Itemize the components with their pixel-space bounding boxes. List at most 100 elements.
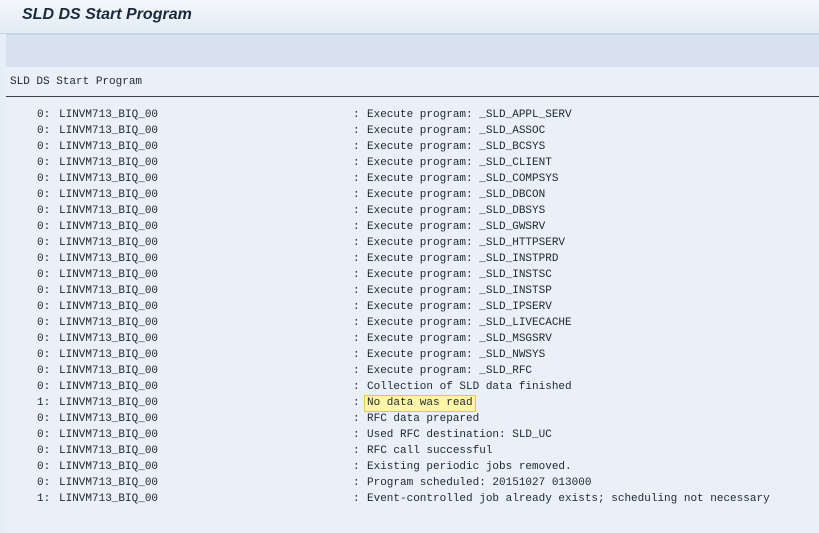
log-row: 0: LINVM713_BIQ_00: RFC data prepared	[6, 412, 819, 428]
log-message: Execute program: _SLD_APPL_SERV	[367, 109, 572, 121]
log-system: LINVM713_BIQ_00	[59, 429, 159, 441]
log-level: 0:	[37, 189, 51, 201]
log-separator: :	[353, 493, 360, 505]
log-row: 0: LINVM713_BIQ_00: Execute program: _SLD_…	[6, 316, 819, 332]
log-separator: :	[353, 173, 360, 185]
log-row: 0: LINVM713_BIQ_00: Execute program: _SLD_…	[6, 268, 819, 284]
log-row: 0: LINVM713_BIQ_00: Collection of SLD data…	[6, 380, 819, 396]
log-system: LINVM713_BIQ_00	[59, 109, 159, 121]
log-separator: :	[353, 125, 360, 137]
log-message: Execute program: _SLD_IPSERV	[367, 301, 552, 313]
log-system: LINVM713_BIQ_00	[59, 445, 159, 457]
log-system: LINVM713_BIQ_00	[59, 125, 159, 137]
log-row: 0: LINVM713_BIQ_00: Execute program: _SLD_…	[6, 364, 819, 380]
log-system: LINVM713_BIQ_00	[59, 381, 159, 393]
log-level: 0:	[37, 205, 51, 217]
log-row: 1: LINVM713_BIQ_00: No data was read	[6, 395, 819, 412]
log-system: LINVM713_BIQ_00	[59, 189, 159, 201]
log-row: 0: LINVM713_BIQ_00: Execute program: _SLD_…	[6, 348, 819, 364]
log-level: 0:	[37, 285, 51, 297]
log-system: LINVM713_BIQ_00	[59, 461, 159, 473]
log-separator: :	[353, 349, 360, 361]
log-separator: :	[353, 477, 360, 489]
log-separator: :	[353, 157, 360, 169]
log-message: Execute program: _SLD_INSTSP	[367, 285, 552, 297]
log-message: Program scheduled: 20151027 013000	[367, 477, 592, 489]
log-row: 0: LINVM713_BIQ_00: Execute program: _SLD_…	[6, 204, 819, 220]
log-message: Execute program: _SLD_CLIENT	[367, 157, 552, 169]
log-system: LINVM713_BIQ_00	[59, 269, 159, 281]
log-message: Execute program: _SLD_COMPSYS	[367, 173, 559, 185]
log-message: Execute program: _SLD_ASSOC	[367, 125, 546, 137]
log-level: 0:	[37, 125, 51, 137]
log-message: Existing periodic jobs removed.	[367, 461, 572, 473]
log-level: 0:	[37, 365, 51, 377]
log-message: Execute program: _SLD_HTTPSERV	[367, 237, 566, 249]
log-message: Event-controlled job already exists; sch…	[367, 493, 770, 505]
application-toolbar	[6, 34, 819, 68]
log-separator: :	[353, 397, 360, 409]
log-row: 0: LINVM713_BIQ_00: Program scheduled: 201…	[6, 476, 819, 492]
log-level: 0:	[37, 221, 51, 233]
log-system: LINVM713_BIQ_00	[59, 397, 159, 409]
log-separator: :	[353, 109, 360, 121]
log-message: Execute program: _SLD_MSGSRV	[367, 333, 552, 345]
log-message: Execute program: _SLD_INSTSC	[367, 269, 552, 281]
log-message: RFC call successful	[367, 445, 493, 457]
heading-divider	[6, 96, 819, 97]
log-separator: :	[353, 189, 360, 201]
log-row: 0: LINVM713_BIQ_00: Execute program: _SLD_…	[6, 220, 819, 236]
log-separator: :	[353, 221, 360, 233]
log-system: LINVM713_BIQ_00	[59, 157, 159, 169]
log-system: LINVM713_BIQ_00	[59, 285, 159, 297]
log-system: LINVM713_BIQ_00	[59, 333, 159, 345]
log-message: Used RFC destination: SLD_UC	[367, 429, 552, 441]
window-title: SLD DS Start Program	[22, 6, 192, 23]
log-message: RFC data prepared	[367, 413, 480, 425]
log-level: 0:	[37, 157, 51, 169]
log-system: LINVM713_BIQ_00	[59, 253, 159, 265]
log-message: Execute program: _SLD_RFC	[367, 365, 533, 377]
list-output: SLD DS Start Program 0: LINVM713_BIQ_00: E…	[6, 67, 819, 533]
log-level: 0:	[37, 141, 51, 153]
log-message: Execute program: _SLD_DBCON	[367, 189, 546, 201]
log-row: 0: LINVM713_BIQ_00: Execute program: _SLD_…	[6, 108, 819, 124]
log-row: 0: LINVM713_BIQ_00: Execute program: _SLD_…	[6, 124, 819, 140]
log-level: 1:	[37, 397, 51, 409]
log-system: LINVM713_BIQ_00	[59, 205, 159, 217]
log-level: 0:	[37, 477, 51, 489]
log-row: 0: LINVM713_BIQ_00: Execute program: _SLD_…	[6, 172, 819, 188]
log-separator: :	[353, 381, 360, 393]
log-level: 0:	[37, 253, 51, 265]
log-level: 0:	[37, 413, 51, 425]
log-list: 0: LINVM713_BIQ_00: Execute program: _SLD_…	[6, 108, 819, 508]
log-message: Execute program: _SLD_BCSYS	[367, 141, 546, 153]
log-row: 0: LINVM713_BIQ_00: Execute program: _SLD_…	[6, 252, 819, 268]
log-level: 0:	[37, 445, 51, 457]
log-row: 0: LINVM713_BIQ_00: Used RFC destination: …	[6, 428, 819, 444]
log-separator: :	[353, 141, 360, 153]
log-separator: :	[353, 285, 360, 297]
log-level: 0:	[37, 461, 51, 473]
log-system: LINVM713_BIQ_00	[59, 477, 159, 489]
log-level: 0:	[37, 269, 51, 281]
log-system: LINVM713_BIQ_00	[59, 237, 159, 249]
log-separator: :	[353, 317, 360, 329]
log-level: 0:	[37, 317, 51, 329]
log-system: LINVM713_BIQ_00	[59, 349, 159, 361]
log-level: 0:	[37, 381, 51, 393]
log-row: 0: LINVM713_BIQ_00: Execute program: _SLD_…	[6, 300, 819, 316]
log-message: Collection of SLD data finished	[367, 381, 572, 393]
log-message: Execute program: _SLD_LIVECACHE	[367, 317, 572, 329]
log-separator: :	[353, 237, 360, 249]
log-level: 0:	[37, 301, 51, 313]
log-system: LINVM713_BIQ_00	[59, 301, 159, 313]
log-level: 0:	[37, 333, 51, 345]
log-separator: :	[353, 333, 360, 345]
log-row: 0: LINVM713_BIQ_00: Execute program: _SLD_…	[6, 140, 819, 156]
log-system: LINVM713_BIQ_00	[59, 317, 159, 329]
log-message: Execute program: _SLD_NWSYS	[367, 349, 546, 361]
log-separator: :	[353, 205, 360, 217]
log-level: 0:	[37, 429, 51, 441]
log-level: 0:	[37, 109, 51, 121]
